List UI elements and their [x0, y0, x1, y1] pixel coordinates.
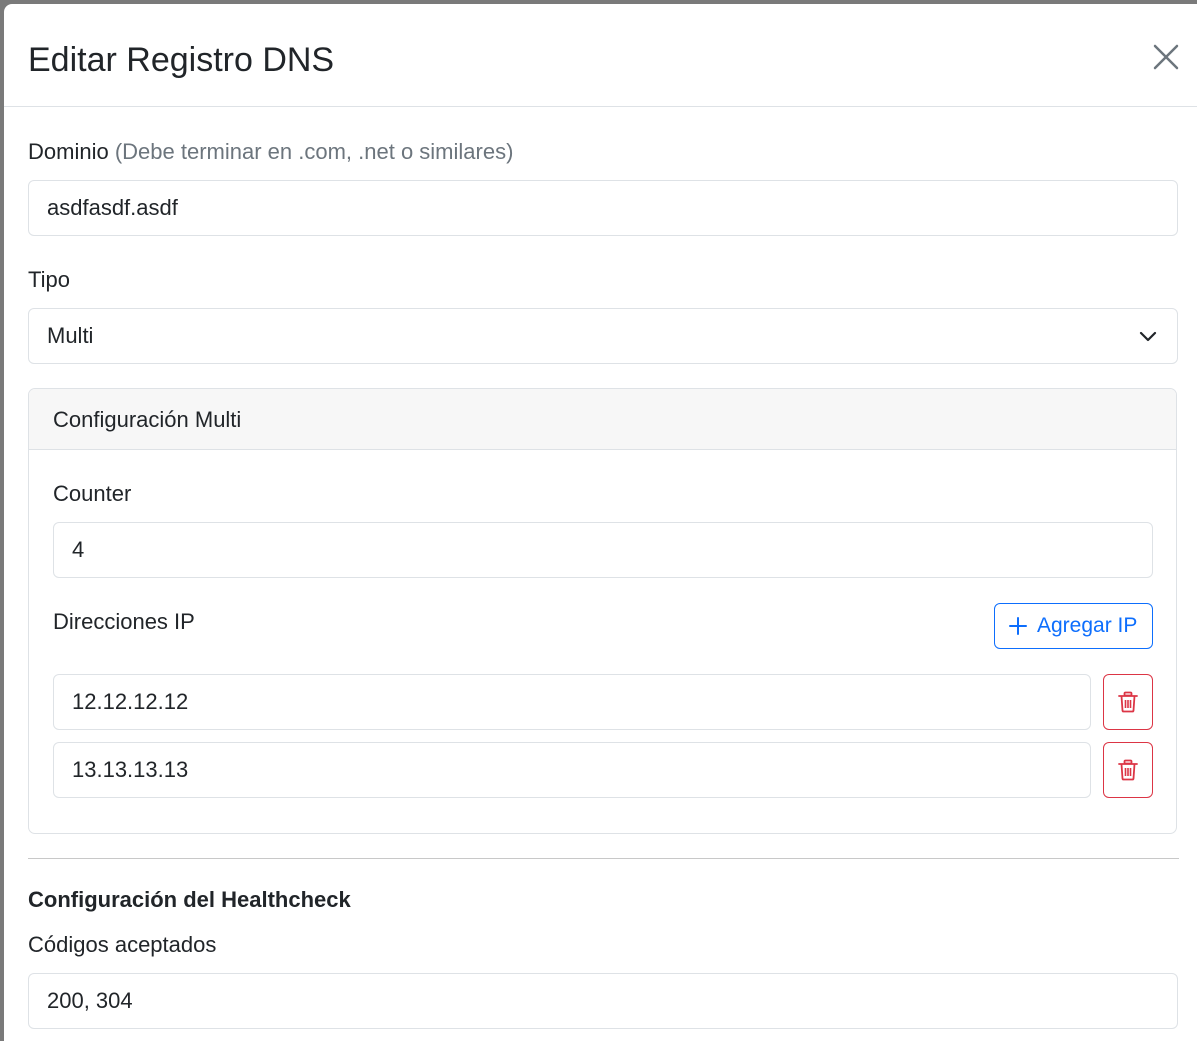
ip-input-1[interactable]: 12.12.12.12 [53, 674, 1091, 730]
modal-header: Editar Registro DNS [4, 4, 1197, 107]
domain-input-value: asdfasdf.asdf [47, 195, 178, 220]
delete-ip-button-1[interactable] [1103, 674, 1153, 730]
healthcheck-title: Configuración del Healthcheck [28, 887, 351, 912]
close-button[interactable] [1149, 40, 1183, 74]
trash-icon [1118, 759, 1138, 781]
ip-input-2[interactable]: 13.13.13.13 [53, 742, 1091, 798]
domain-input[interactable]: asdfasdf.asdf [28, 180, 1178, 236]
section-divider [28, 858, 1179, 859]
edit-dns-modal: Editar Registro DNS Dominio (Debe termin… [4, 4, 1197, 1041]
ip-input-2-value: 13.13.13.13 [72, 757, 189, 782]
ip-input-1-value: 12.12.12.12 [72, 689, 189, 714]
codes-label: Códigos aceptados [28, 932, 217, 957]
type-label: Tipo [28, 267, 70, 292]
add-ip-button[interactable]: Agregar IP [994, 603, 1153, 649]
delete-ip-button-2[interactable] [1103, 742, 1153, 798]
counter-input-value: 4 [72, 537, 85, 562]
trash-icon [1118, 691, 1138, 713]
codes-input-value: 200, 304 [47, 988, 133, 1013]
ips-label: Direcciones IP [53, 609, 195, 634]
counter-input[interactable]: 4 [53, 522, 1153, 578]
type-select[interactable]: Multi [28, 308, 1178, 364]
type-select-value: Multi [47, 323, 94, 348]
counter-label: Counter [53, 481, 132, 506]
domain-label: Dominio [28, 139, 109, 164]
multi-config-title: Configuración Multi [53, 407, 242, 432]
domain-label-group: Dominio (Debe terminar en .com, .net o s… [28, 138, 513, 166]
chevron-down-icon [1139, 331, 1157, 342]
domain-hint: (Debe terminar en .com, .net o similares… [114, 139, 514, 164]
add-ip-label: Agregar IP [1037, 614, 1138, 637]
plus-icon [1009, 617, 1027, 635]
multi-config-card: Configuración Multi Counter 4 Direccione… [28, 388, 1177, 834]
close-icon [1153, 44, 1179, 70]
card-header: Configuración Multi [29, 389, 1176, 450]
codes-input[interactable]: 200, 304 [28, 973, 1178, 1029]
modal-title: Editar Registro DNS [28, 41, 335, 79]
